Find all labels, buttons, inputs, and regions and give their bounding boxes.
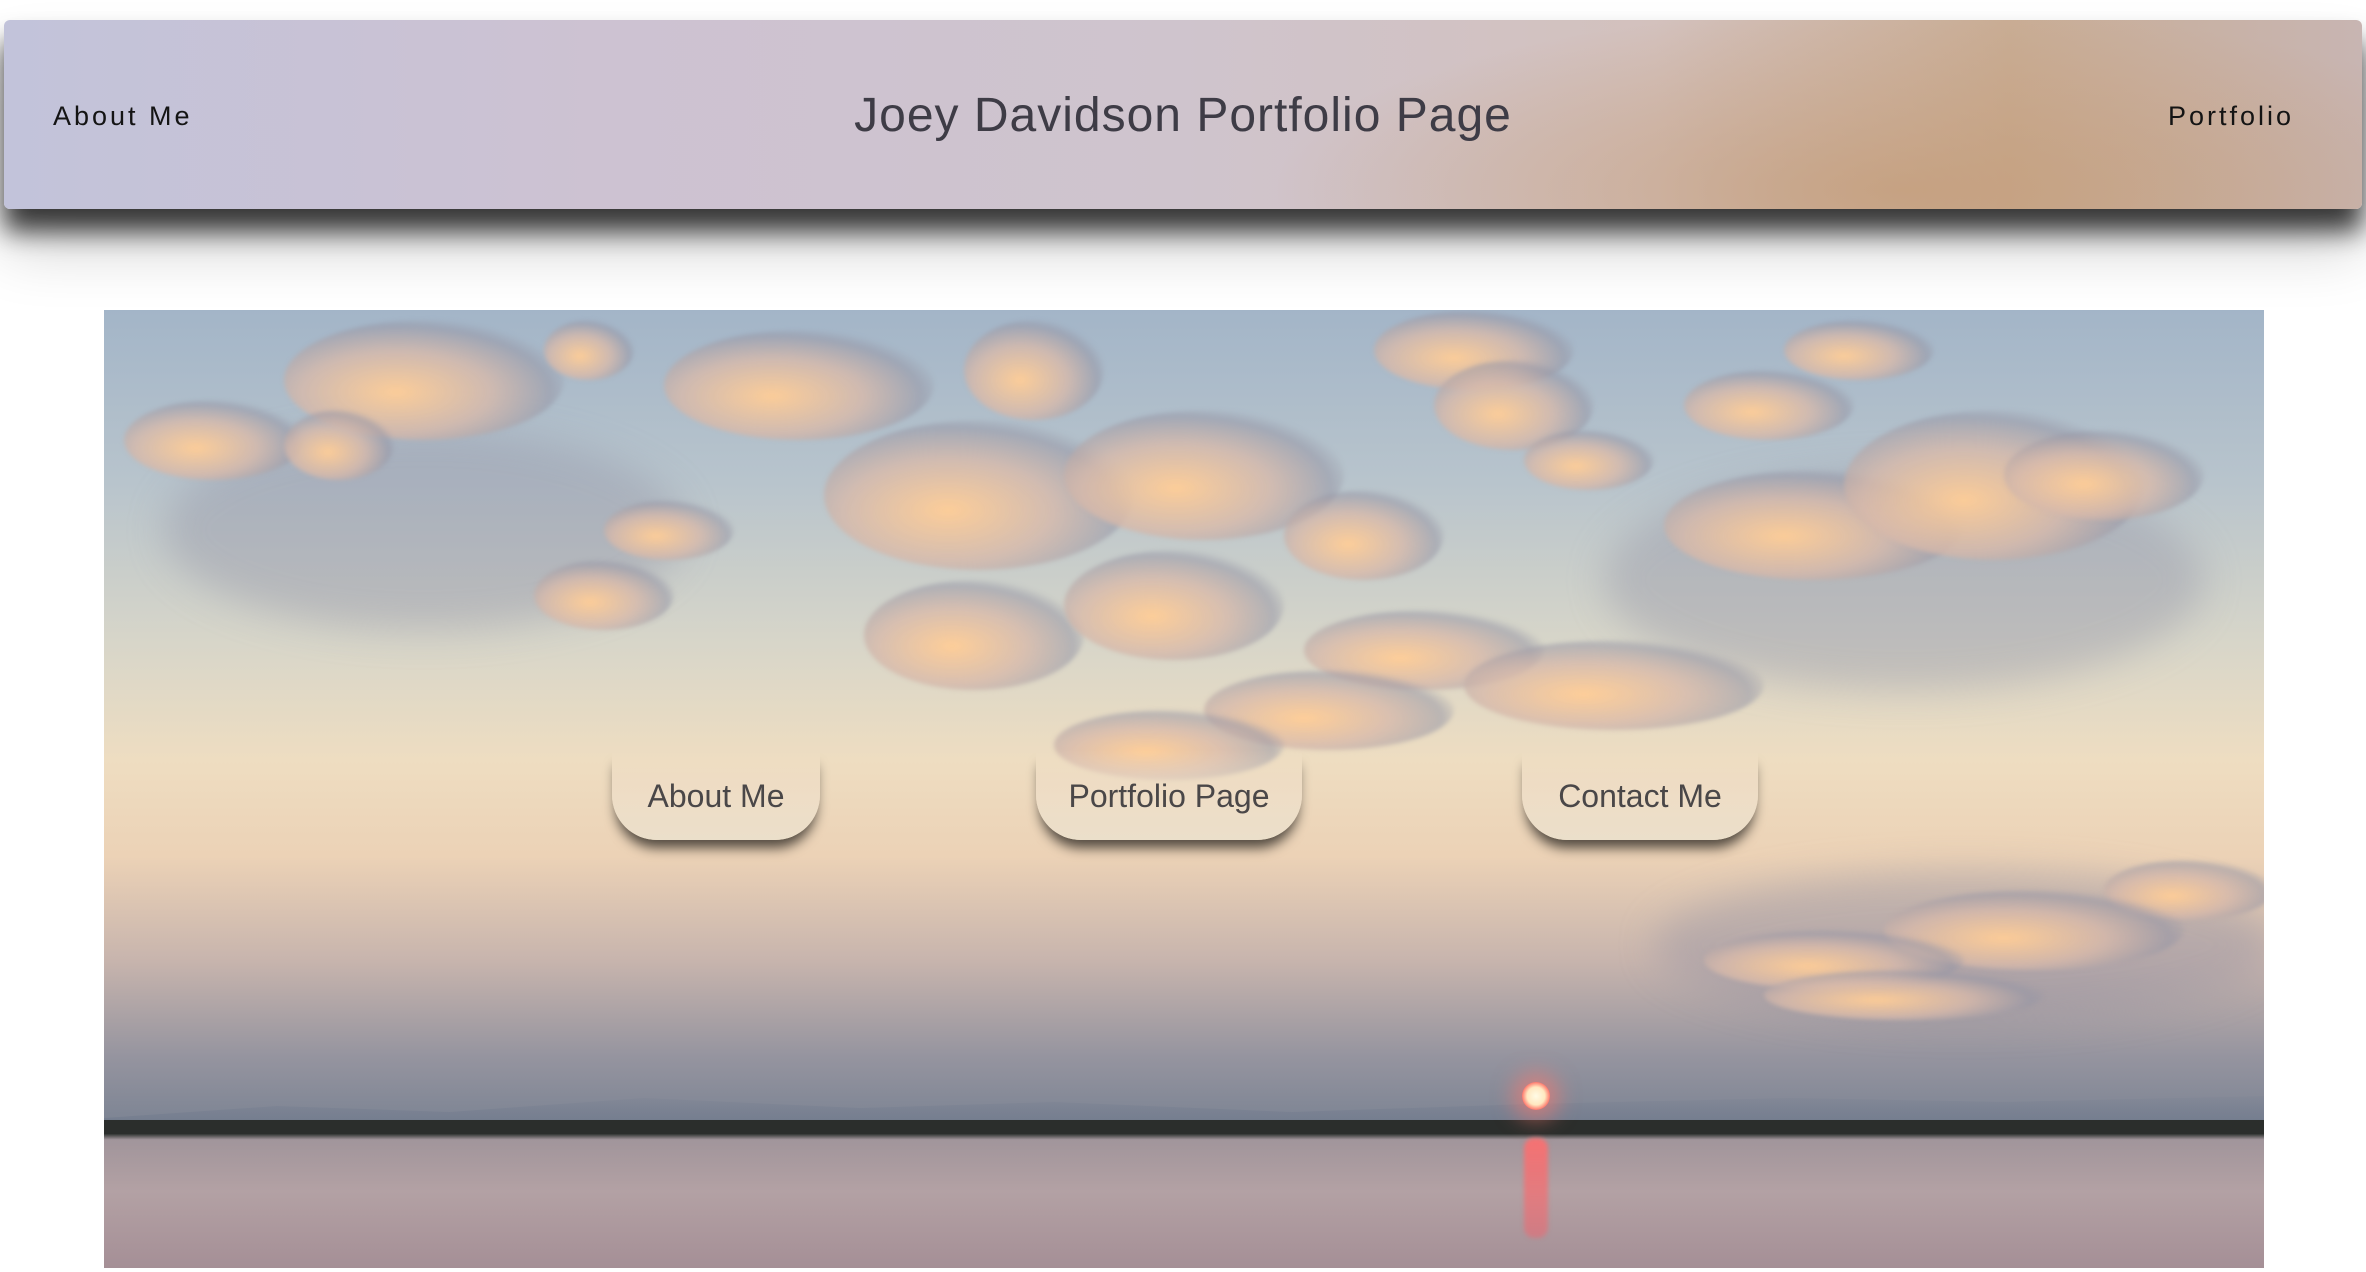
page-title: Joey Davidson Portfolio Page — [854, 89, 1512, 142]
cloud — [604, 500, 734, 560]
cloud — [284, 410, 394, 480]
contact-me-button[interactable]: Contact Me — [1522, 750, 1758, 840]
cloud — [2004, 430, 2204, 520]
cloud — [1784, 320, 1934, 380]
nav-link-portfolio[interactable]: Portfolio — [2168, 20, 2294, 209]
sun-reflection — [1524, 1138, 1548, 1238]
cloud — [864, 580, 1084, 690]
hero-sunset-image: About Me Portfolio Page Contact Me — [104, 310, 2264, 1268]
shoreline — [104, 1120, 2264, 1134]
cloud — [124, 400, 304, 480]
cloud — [664, 330, 934, 440]
cloud — [1764, 970, 2044, 1020]
cloud — [1464, 640, 1764, 730]
site-header: About Me Joey Davidson Portfolio Page Po… — [4, 20, 2362, 209]
cloud — [1064, 550, 1284, 660]
portfolio-page-button[interactable]: Portfolio Page — [1036, 750, 1302, 840]
setting-sun — [1522, 1082, 1550, 1110]
cloud — [1284, 490, 1444, 580]
about-me-button[interactable]: About Me — [612, 750, 820, 840]
cloud — [964, 320, 1104, 420]
cloud — [534, 560, 674, 630]
cloud — [544, 320, 634, 380]
cloud — [1524, 430, 1654, 490]
cloud — [1684, 370, 1854, 440]
